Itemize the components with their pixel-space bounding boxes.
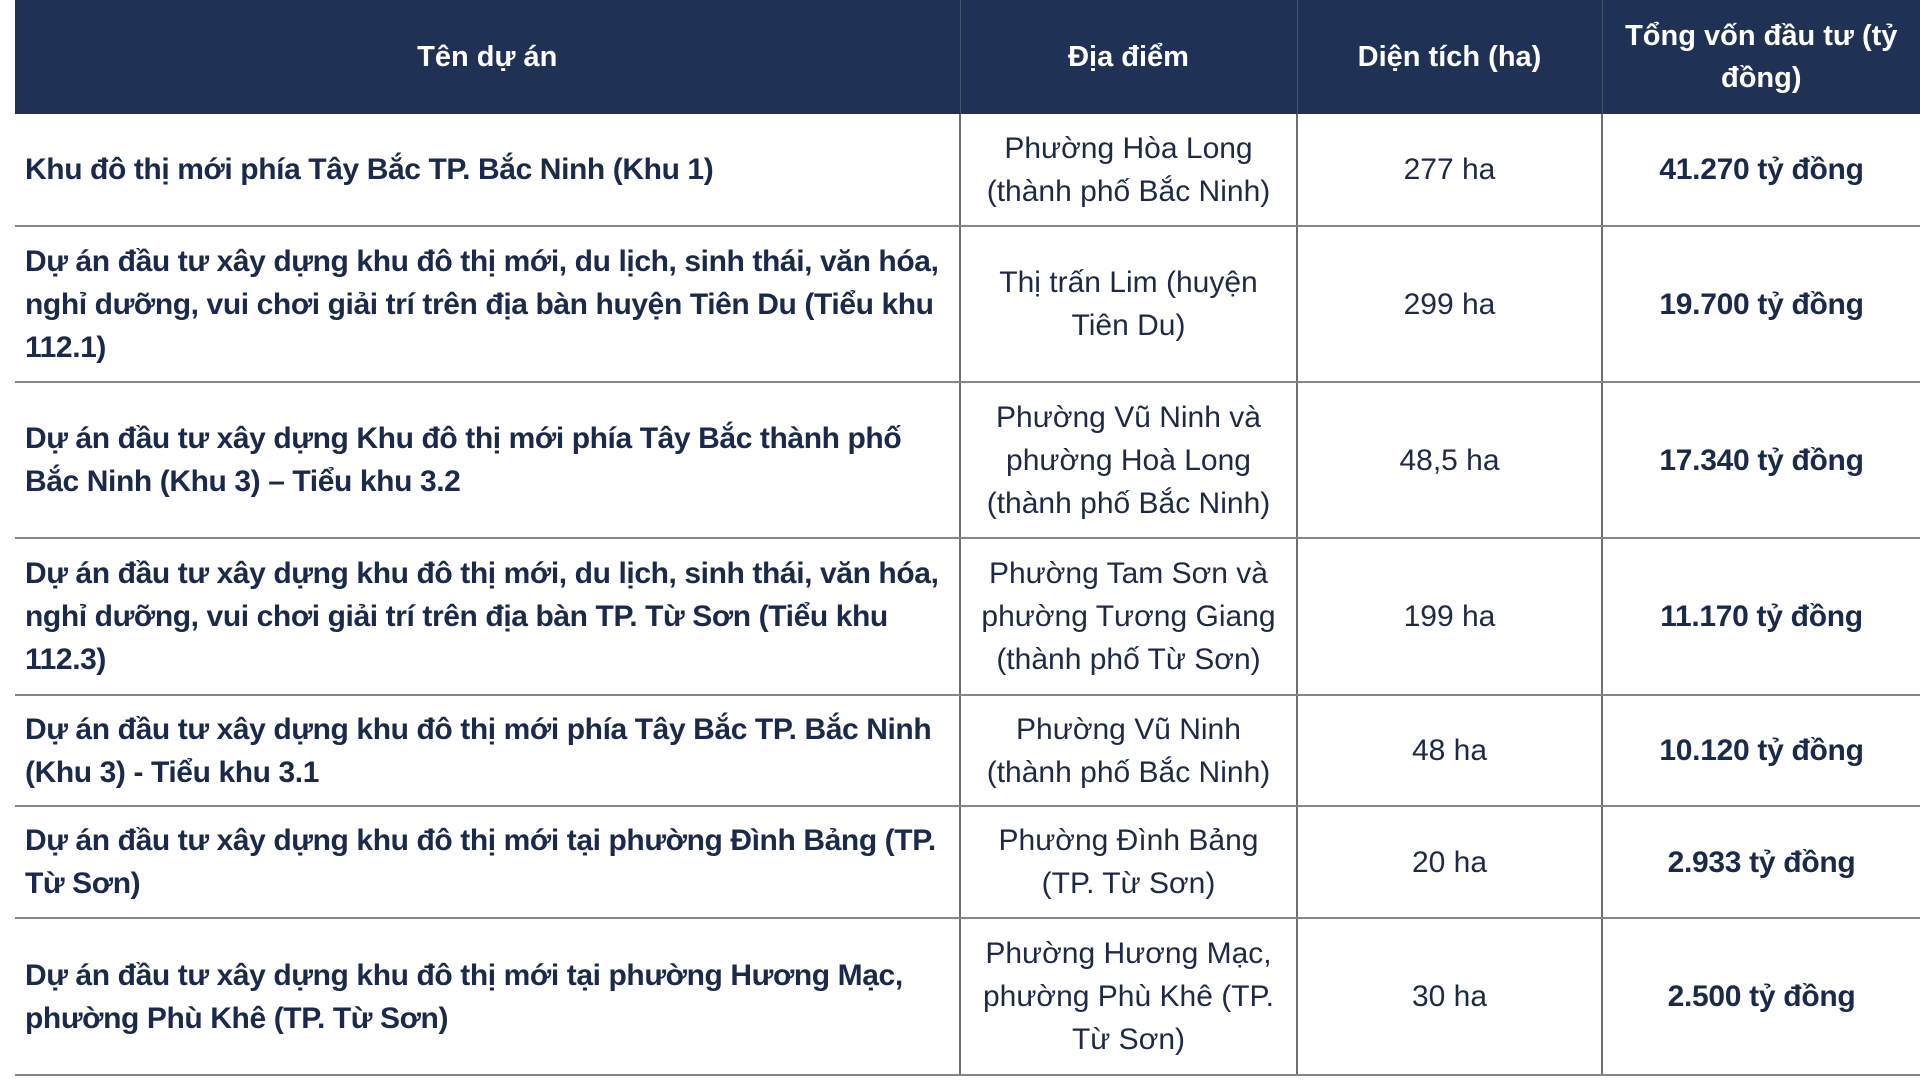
location-cell: Phường Đình Bảng (TP. Từ Sơn)	[959, 806, 1297, 919]
location-cell: Phường Vũ Ninh và phường Hoà Long (thành…	[959, 382, 1297, 539]
capital-cell: 2.500 tỷ đồng	[1601, 918, 1920, 1076]
capital-cell: 41.270 tỷ đồng	[1601, 114, 1920, 227]
header-capital: Tổng vốn đầu tư (tỷ đồng)	[1601, 0, 1920, 114]
capital-cell: 10.120 tỷ đồng	[1601, 695, 1920, 807]
area-cell: 48 ha	[1296, 695, 1602, 807]
table-header: Tên dự án Địa điểm Diện tích (ha) Tổng v…	[15, 0, 1920, 114]
location-cell: Phường Hòa Long (thành phố Bắc Ninh)	[959, 114, 1297, 227]
header-area: Diện tích (ha)	[1296, 0, 1602, 114]
location-cell: Phường Hương Mạc, phường Phù Khê (TP. Từ…	[959, 918, 1297, 1076]
area-cell: 277 ha	[1296, 114, 1602, 227]
header-project-name: Tên dự án	[15, 0, 960, 114]
table-row: Dự án đầu tư xây dựng khu đô thị mới, du…	[15, 538, 1920, 696]
project-name-cell: Dự án đầu tư xây dựng khu đô thị mới phí…	[15, 695, 960, 807]
capital-cell: 11.170 tỷ đồng	[1601, 538, 1920, 696]
location-cell: Phường Tam Sơn và phường Tương Giang (th…	[959, 538, 1297, 696]
project-name-cell: Dự án đầu tư xây dựng khu đô thị mới, du…	[15, 538, 960, 696]
table-row: Dự án đầu tư xây dựng Khu đô thị mới phí…	[15, 382, 1920, 539]
table-row: Dự án đầu tư xây dựng khu đô thị mới, du…	[15, 226, 1920, 383]
table-row: Dự án đầu tư xây dựng khu đô thị mới tại…	[15, 918, 1920, 1076]
area-cell: 30 ha	[1296, 918, 1602, 1076]
location-cell: Thị trấn Lim (huyện Tiên Du)	[959, 226, 1297, 383]
project-name-cell: Khu đô thị mới phía Tây Bắc TP. Bắc Ninh…	[15, 114, 960, 227]
header-location: Địa điểm	[959, 0, 1297, 114]
table-body: Khu đô thị mới phía Tây Bắc TP. Bắc Ninh…	[15, 114, 1920, 1076]
area-cell: 48,5 ha	[1296, 382, 1602, 539]
table-row: Dự án đầu tư xây dựng khu đô thị mới tại…	[15, 806, 1920, 919]
area-cell: 20 ha	[1296, 806, 1602, 919]
table-row: Khu đô thị mới phía Tây Bắc TP. Bắc Ninh…	[15, 114, 1920, 227]
header-row: Tên dự án Địa điểm Diện tích (ha) Tổng v…	[15, 0, 1920, 114]
location-cell: Phường Vũ Ninh (thành phố Bắc Ninh)	[959, 695, 1297, 807]
project-name-cell: Dự án đầu tư xây dựng khu đô thị mới tại…	[15, 806, 960, 919]
page: Tên dự án Địa điểm Diện tích (ha) Tổng v…	[0, 0, 1920, 1080]
capital-cell: 19.700 tỷ đồng	[1601, 226, 1920, 383]
area-cell: 199 ha	[1296, 538, 1602, 696]
projects-table: Tên dự án Địa điểm Diện tích (ha) Tổng v…	[15, 0, 1920, 1076]
table-row: Dự án đầu tư xây dựng khu đô thị mới phí…	[15, 695, 1920, 807]
project-name-cell: Dự án đầu tư xây dựng khu đô thị mới, du…	[15, 226, 960, 383]
area-cell: 299 ha	[1296, 226, 1602, 383]
project-name-cell: Dự án đầu tư xây dựng Khu đô thị mới phí…	[15, 382, 960, 539]
project-name-cell: Dự án đầu tư xây dựng khu đô thị mới tại…	[15, 918, 960, 1076]
capital-cell: 17.340 tỷ đồng	[1601, 382, 1920, 539]
capital-cell: 2.933 tỷ đồng	[1601, 806, 1920, 919]
